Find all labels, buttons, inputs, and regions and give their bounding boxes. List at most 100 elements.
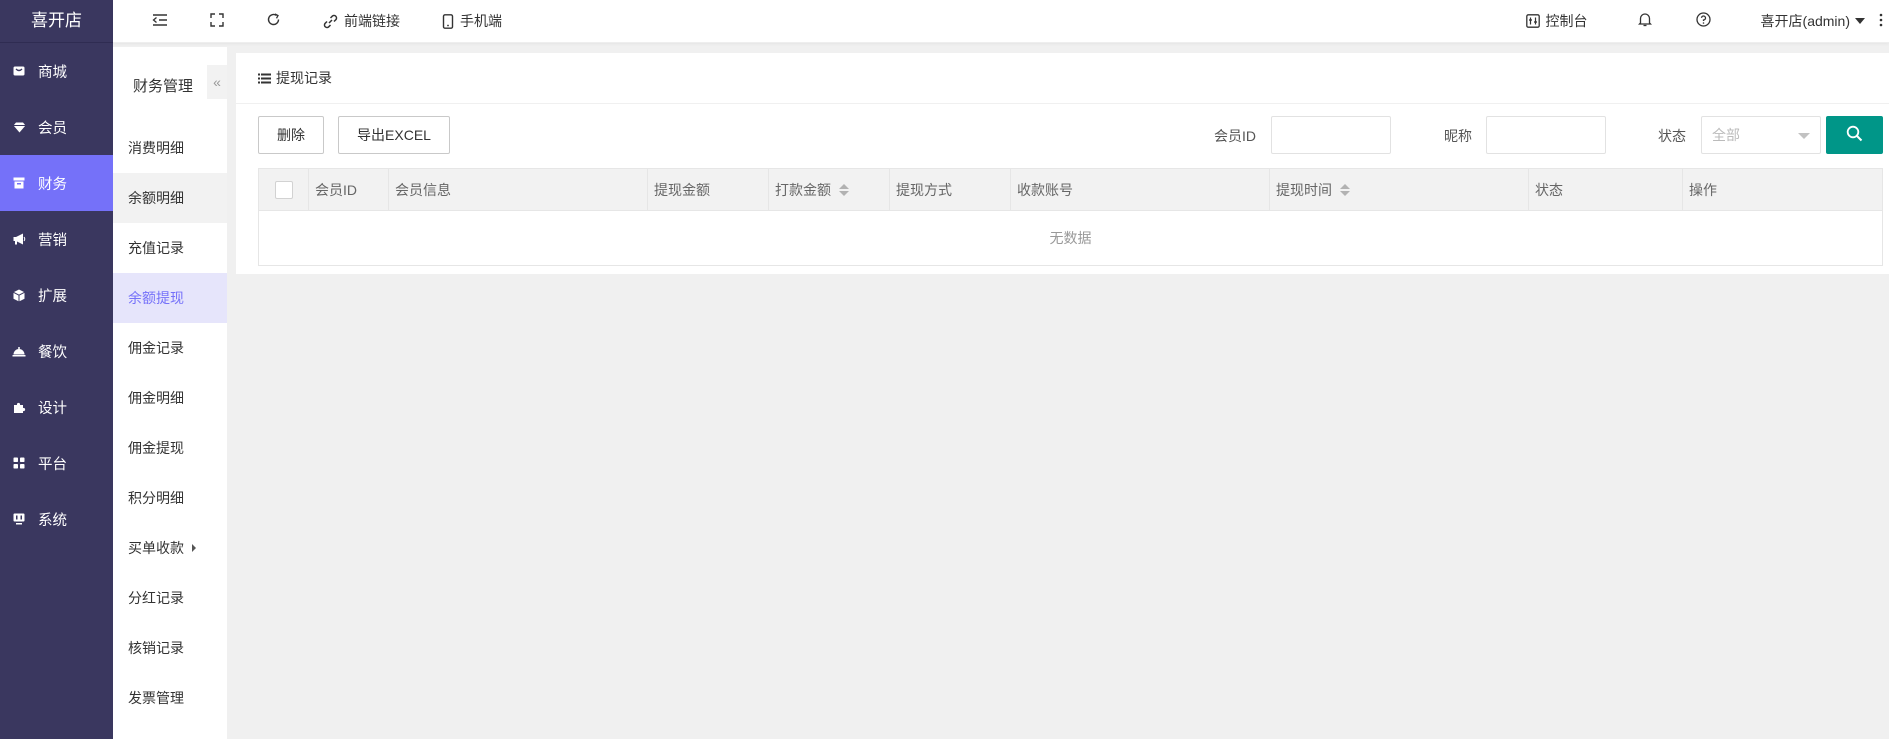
nickname-input[interactable] <box>1486 116 1606 154</box>
sidebar-item-label: 会员 <box>38 120 67 137</box>
chevron-down-icon <box>1798 133 1810 139</box>
submenu-item-balance-withdraw[interactable]: 余额提现 <box>113 273 227 323</box>
chevron-down-icon <box>1855 18 1865 24</box>
collapse-submenu-button[interactable]: « <box>207 65 227 99</box>
submenu-item-dividend[interactable]: 分红记录 <box>113 573 227 623</box>
sidebar-item-platform[interactable]: 平台 <box>0 435 113 491</box>
sidebar-item-label: 平台 <box>38 456 67 473</box>
help-button[interactable] <box>1681 0 1726 43</box>
column-header-sortable[interactable]: 打款金额 <box>769 169 890 211</box>
console-label: 控制台 <box>1545 13 1588 29</box>
delete-button[interactable]: 删除 <box>258 116 324 154</box>
submenu-item-label: 佣金提现 <box>128 440 184 456</box>
list-icon <box>258 73 271 84</box>
submenu-item-label: 发票管理 <box>128 690 184 706</box>
cube-icon <box>12 288 26 302</box>
column-header: 状态 <box>1529 169 1683 211</box>
column-header-label: 打款金额 <box>775 182 831 198</box>
submenu-item-recharge[interactable]: 充值记录 <box>113 223 227 273</box>
submenu-item-label: 充值记录 <box>128 240 184 256</box>
column-header: 会员信息 <box>389 169 648 211</box>
column-header-sortable[interactable]: 提现时间 <box>1270 169 1529 211</box>
fullscreen-button[interactable] <box>195 0 239 43</box>
gem-icon <box>12 120 26 134</box>
sidebar-item-label: 设计 <box>38 400 67 417</box>
withdraw-table: 会员ID 会员信息 提现金额 打款金额 提现方式 收款账号 提现时间 状态 操作… <box>258 168 1883 266</box>
submenu-title: 财务管理 « <box>113 47 227 123</box>
status-select-value: 全部 <box>1712 127 1740 143</box>
submenu-item-points[interactable]: 积分明细 <box>113 473 227 523</box>
help-icon <box>1695 12 1711 30</box>
withdraw-panel: 提现记录 删除 导出EXCEL 会员ID 昵称 状态 全部 会员ID 会员信息 … <box>236 53 1889 274</box>
frontend-link-button[interactable]: 前端链接 <box>308 0 415 43</box>
search-icon <box>1846 125 1863 145</box>
submenu-item-label: 积分明细 <box>128 490 184 506</box>
sidebar-item-label: 系统 <box>38 512 67 529</box>
sidebar-item-finance[interactable]: 财务 <box>0 155 113 211</box>
sidebar-item-shop[interactable]: 商城 <box>0 43 113 99</box>
empty-state: 无数据 <box>1049 230 1092 246</box>
submenu-item-label: 核销记录 <box>128 640 184 656</box>
megaphone-icon <box>12 232 26 246</box>
console-icon <box>1525 14 1540 28</box>
sidebar-item-label: 餐饮 <box>38 344 67 361</box>
sidebar-item-member[interactable]: 会员 <box>0 99 113 155</box>
dining-icon <box>12 344 26 358</box>
link-icon <box>323 14 338 29</box>
submenu-item-invoice[interactable]: 发票管理 <box>113 673 227 723</box>
submenu-title-text: 财务管理 <box>133 77 194 95</box>
phone-icon <box>442 13 454 29</box>
status-select[interactable]: 全部 <box>1701 116 1821 154</box>
shop-icon <box>12 64 26 78</box>
panel-header: 提现记录 <box>236 53 1889 104</box>
submenu-item-verification[interactable]: 核销记录 <box>113 623 227 673</box>
submenu-item-commission-withdraw[interactable]: 佣金提现 <box>113 423 227 473</box>
sidebar-item-design[interactable]: 设计 <box>0 379 113 435</box>
sidebar-item-extension[interactable]: 扩展 <box>0 267 113 323</box>
member-id-label: 会员ID <box>1214 128 1256 144</box>
refresh-button[interactable] <box>251 0 296 43</box>
sidebar-item-label: 财务 <box>38 176 67 193</box>
sort-icon[interactable] <box>839 184 849 196</box>
double-chevron-left-icon: « <box>213 74 221 90</box>
notification-button[interactable] <box>1623 0 1667 43</box>
user-name: 喜开店(admin) <box>1760 13 1850 29</box>
submenu-item-commission-detail[interactable]: 佣金明细 <box>113 373 227 423</box>
submenu-item-label: 买单收款 <box>128 540 184 556</box>
caret-right-icon <box>192 544 196 552</box>
submenu-item-consumption[interactable]: 消费明细 <box>113 123 227 173</box>
more-button[interactable] <box>1873 0 1889 43</box>
monitor-icon <box>12 512 26 526</box>
menu-fold-icon <box>152 13 168 30</box>
more-vertical-icon <box>1879 13 1883 30</box>
app-logo[interactable]: 喜开店 <box>0 0 113 43</box>
submenu-item-balance-detail[interactable]: 余额明细 <box>113 173 227 223</box>
grid-icon <box>12 456 26 470</box>
submenu-item-commission-record[interactable]: 佣金记录 <box>113 323 227 373</box>
finance-icon <box>12 176 26 190</box>
column-header-label: 提现时间 <box>1276 182 1332 198</box>
export-excel-button[interactable]: 导出EXCEL <box>338 116 450 154</box>
submenu-item-payment[interactable]: 买单收款 <box>113 523 227 573</box>
nickname-label: 昵称 <box>1444 128 1472 144</box>
search-button[interactable] <box>1826 116 1883 154</box>
member-id-input[interactable] <box>1271 116 1391 154</box>
column-header: 提现方式 <box>890 169 1011 211</box>
console-button[interactable]: 控制台 <box>1511 0 1603 43</box>
sidebar-item-system[interactable]: 系统 <box>0 491 113 547</box>
sidebar-item-marketing[interactable]: 营销 <box>0 211 113 267</box>
mobile-button[interactable]: 手机端 <box>427 0 517 43</box>
select-all-checkbox[interactable] <box>275 181 293 199</box>
toggle-menu-button[interactable] <box>137 0 183 43</box>
frontend-link-label: 前端链接 <box>344 13 400 29</box>
user-menu[interactable]: 喜开店(admin) <box>1746 0 1873 43</box>
sidebar-item-label: 商城 <box>38 64 67 81</box>
sidebar-item-label: 扩展 <box>38 288 67 305</box>
bell-icon <box>1637 12 1652 30</box>
sort-icon[interactable] <box>1340 184 1350 196</box>
top-header: 前端链接 手机端 控制台 喜开店(admin) <box>113 0 1889 43</box>
header-checkbox-cell <box>259 169 309 211</box>
sidebar-item-dining[interactable]: 餐饮 <box>0 323 113 379</box>
column-header: 会员ID <box>309 169 389 211</box>
main-sidebar: 喜开店 商城 会员 财务 营销 扩展 餐饮 设计 平台 系统 <box>0 0 113 739</box>
